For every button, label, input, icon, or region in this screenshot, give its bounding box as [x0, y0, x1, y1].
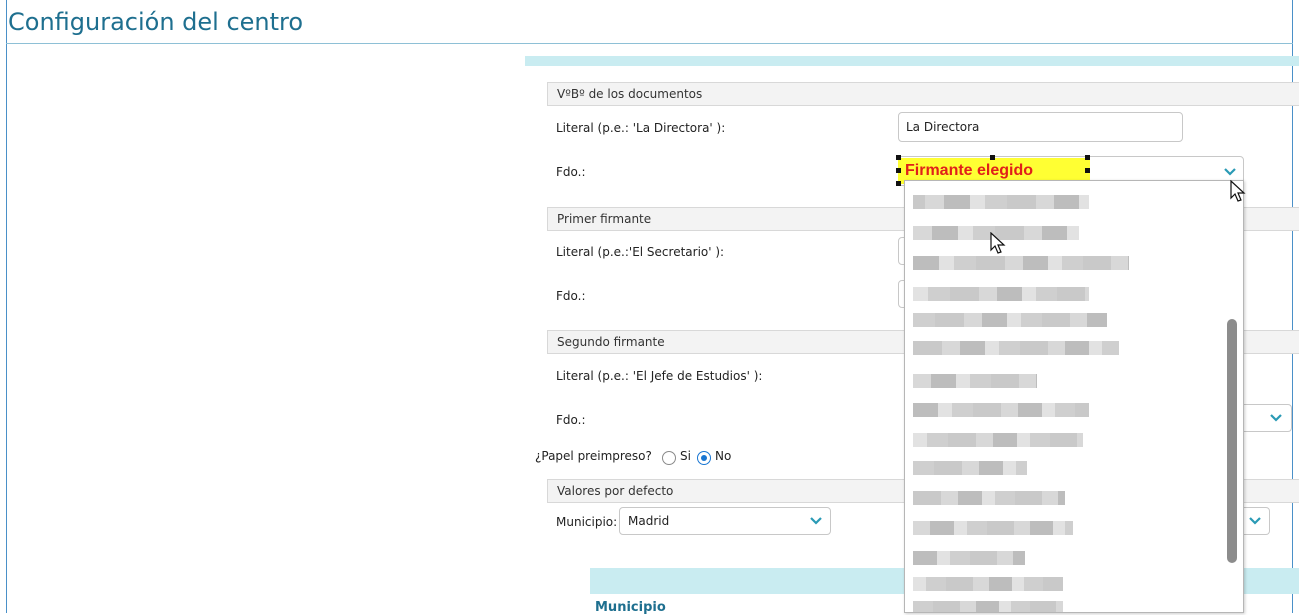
dropdown-option[interactable]: [913, 577, 1063, 591]
segundo-fdo-label: Fdo.:: [556, 413, 586, 427]
dropdown-scrollbar-thumb[interactable]: [1227, 319, 1237, 563]
dropdown-option[interactable]: [913, 341, 1119, 355]
dropdown-option[interactable]: [913, 256, 1129, 270]
form-top-band: [525, 56, 1299, 66]
dropdown-option[interactable]: [913, 313, 1107, 327]
dropdown-option[interactable]: [913, 374, 1037, 388]
municipio-label: Municipio:: [556, 515, 618, 529]
papel-preimpreso-label: ¿Papel preimpreso?: [535, 449, 652, 463]
page-frame: Configuración del centro VºBº de los doc…: [0, 0, 1299, 615]
municipio-value: Madrid: [628, 514, 670, 528]
selection-handle: [896, 168, 901, 173]
papel-si-radio[interactable]: [662, 451, 676, 465]
vobo-section-header: VºBº de los documentos: [547, 82, 1299, 106]
dropdown-option[interactable]: [913, 433, 1083, 447]
segundo-fdo-select[interactable]: [1240, 404, 1292, 432]
vobo-literal-label: Literal (p.e.: 'La Directora' ):: [556, 121, 726, 135]
dropdown-option[interactable]: [913, 551, 1025, 565]
vobo-literal-input[interactable]: La Directora: [898, 112, 1183, 142]
segundo-literal-label: Literal (p.e.: 'El Jefe de Estudios' ):: [556, 369, 763, 383]
selection-handle: [896, 181, 901, 186]
dropdown-option[interactable]: [913, 491, 1065, 505]
selection-handle: [990, 155, 995, 160]
second-default-select[interactable]: [1240, 507, 1270, 535]
dropdown-option[interactable]: [913, 521, 1073, 535]
papel-si-label: Si: [680, 449, 691, 463]
chevron-down-icon: [1224, 168, 1236, 176]
primer-literal-label: Literal (p.e.:'El Secretario' ):: [556, 245, 725, 259]
dropdown-option[interactable]: [913, 287, 1089, 301]
papel-no-radio[interactable]: [697, 451, 711, 465]
chevron-down-icon: [810, 517, 822, 525]
mouse-pointer-icon: [1230, 180, 1246, 202]
vobo-fdo-label: Fdo.:: [556, 165, 586, 179]
dropdown-option[interactable]: [913, 403, 1089, 417]
dropdown-option[interactable]: [913, 601, 1063, 612]
chevron-down-icon: [1249, 517, 1261, 525]
title-divider: [6, 43, 1293, 44]
selection-handle: [1085, 168, 1090, 173]
dropdown-option[interactable]: [913, 461, 1027, 475]
chevron-down-icon: [1270, 414, 1282, 422]
page-title: Configuración del centro: [8, 8, 304, 36]
papel-no-label: No: [715, 449, 732, 463]
municipio-select[interactable]: Madrid: [619, 507, 831, 535]
frame-border-left: [6, 0, 7, 613]
primer-fdo-label: Fdo.:: [556, 289, 586, 303]
dropdown-option[interactable]: [913, 195, 1089, 209]
mouse-pointer-icon: [990, 232, 1006, 254]
selection-handle: [1085, 155, 1090, 160]
signer-dropdown-list[interactable]: [904, 180, 1244, 613]
selection-handle: [896, 155, 901, 160]
